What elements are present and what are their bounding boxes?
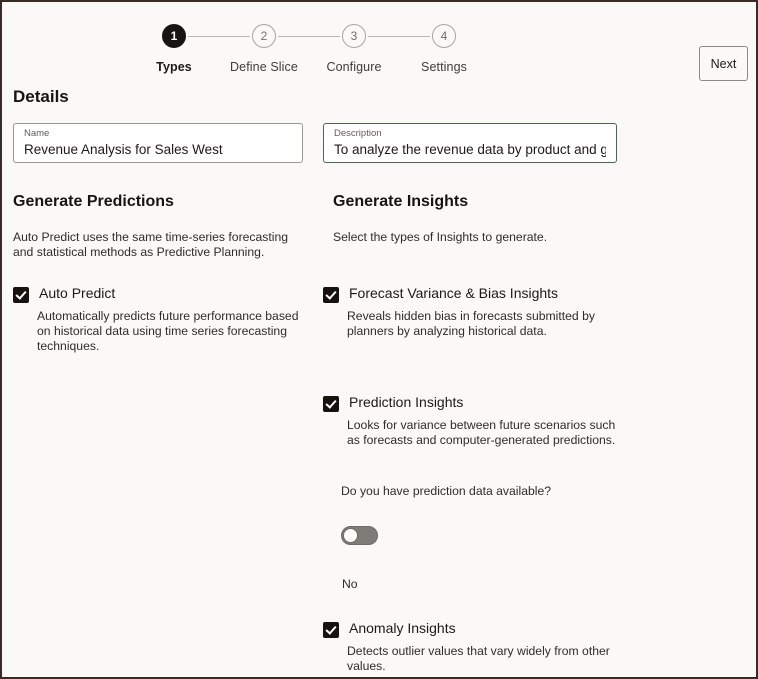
step-number-1: 1: [162, 24, 186, 48]
step-settings[interactable]: 4 Settings: [399, 24, 489, 74]
prediction-data-toggle-knob: [343, 528, 358, 543]
prediction-insights-option: Prediction Insights Looks for variance b…: [323, 394, 623, 448]
forecast-variance-bias-insights-label: Forecast Variance & Bias Insights: [349, 285, 559, 301]
step-number-2: 2: [252, 24, 276, 48]
anomaly-insights-help: Detects outlier values that vary widely …: [347, 644, 610, 673]
next-button[interactable]: Next: [699, 46, 748, 81]
forecast-variance-bias-insights-checkbox[interactable]: [323, 287, 339, 303]
details-section-title: Details: [13, 87, 69, 106]
step-label-types: Types: [156, 60, 192, 74]
step-define-slice[interactable]: 2 Define Slice: [219, 24, 309, 74]
step-types[interactable]: 1 Types: [129, 24, 219, 74]
description-field-label: Description: [334, 128, 382, 139]
step-number-4: 4: [432, 24, 456, 48]
generate-insights-title: Generate Insights: [333, 193, 469, 210]
prediction-data-toggle-state: No: [342, 577, 358, 591]
generate-insights-section: Generate Insights Select the types of In…: [333, 192, 633, 245]
generate-predictions-section: Generate Predictions Auto Predict uses t…: [13, 192, 313, 260]
prediction-insights-help: Looks for variance between future scenar…: [347, 418, 616, 447]
forecast-variance-bias-insights-option: Forecast Variance & Bias Insights Reveal…: [323, 285, 623, 339]
description-field-value: To analyze the revenue data by product a…: [334, 142, 606, 157]
anomaly-insights-label: Anomaly Insights: [349, 620, 456, 636]
name-field-label: Name: [24, 128, 50, 139]
description-field[interactable]: Description To analyze the revenue data …: [323, 123, 617, 163]
auto-predict-label: Auto Predict: [39, 285, 116, 301]
anomaly-insights-option: Anomaly Insights Detects outlier values …: [323, 620, 623, 674]
auto-predict-checkbox[interactable]: [13, 287, 29, 303]
auto-predict-help: Automatically predicts future performanc…: [37, 309, 299, 353]
generate-predictions-description: Auto Predict uses the same time-series f…: [13, 230, 289, 259]
prediction-insights-checkbox[interactable]: [323, 396, 339, 412]
wizard-page: 1 Types 2 Define Slice 3 Configure 4 Set…: [2, 2, 756, 677]
step-label-settings: Settings: [421, 60, 467, 74]
generate-insights-description: Select the types of Insights to generate…: [333, 230, 548, 244]
step-configure[interactable]: 3 Configure: [309, 24, 399, 74]
prediction-data-question: Do you have prediction data available?: [341, 484, 552, 498]
name-field-value: Revenue Analysis for Sales West: [24, 142, 223, 157]
auto-predict-option: Auto Predict Automatically predicts futu…: [13, 285, 303, 354]
forecast-variance-bias-insights-help: Reveals hidden bias in forecasts submitt…: [347, 309, 595, 338]
prediction-insights-label: Prediction Insights: [349, 394, 464, 410]
prediction-data-toggle[interactable]: [341, 526, 378, 545]
step-number-3: 3: [342, 24, 366, 48]
step-label-define-slice: Define Slice: [230, 60, 298, 74]
wizard-stepper: 1 Types 2 Define Slice 3 Configure 4 Set…: [122, 24, 502, 84]
step-label-configure: Configure: [326, 60, 382, 74]
generate-predictions-title: Generate Predictions: [13, 193, 174, 210]
anomaly-insights-checkbox[interactable]: [323, 622, 339, 638]
name-field[interactable]: Name Revenue Analysis for Sales West: [13, 123, 303, 163]
